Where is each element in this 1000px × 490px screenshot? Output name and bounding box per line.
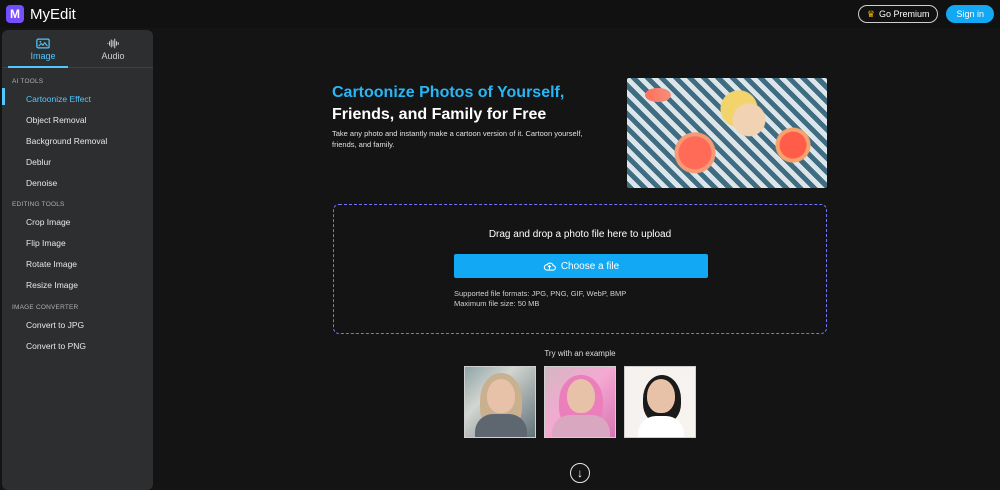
page-title-blue: Cartoonize Photos of Yourself, [332, 84, 565, 101]
myedit-logo-icon: M [6, 5, 24, 23]
section-label-image-converter: IMAGE CONVERTER [12, 304, 79, 311]
choose-file-button[interactable]: Choose a file [454, 254, 708, 278]
example-thumbnail-2[interactable] [544, 366, 616, 438]
audio-waveform-icon [107, 38, 119, 48]
example-thumbnail-1[interactable] [464, 366, 536, 438]
page-title: Cartoonize Photos of Yourself, Friends, … [332, 82, 612, 126]
scroll-down-button[interactable]: ↓ [570, 463, 590, 483]
hero-image [627, 78, 827, 188]
sidebar-item-object-removal[interactable]: Object Removal [26, 115, 86, 125]
tab-image[interactable]: Image [8, 30, 78, 68]
sidebar-item-denoise[interactable]: Denoise [26, 178, 57, 188]
tab-audio[interactable]: Audio [78, 30, 148, 68]
go-premium-button[interactable]: ♛ Go Premium [857, 5, 939, 23]
sidebar-item-deblur[interactable]: Deblur [26, 157, 51, 167]
sidebar-item-background-removal[interactable]: Background Removal [26, 136, 107, 146]
top-bar: M MyEdit ♛ Go Premium Sign in [0, 0, 1000, 28]
sign-in-button[interactable]: Sign in [946, 5, 994, 23]
arrow-down-icon: ↓ [577, 466, 583, 480]
sidebar-item-flip-image[interactable]: Flip Image [26, 238, 66, 248]
active-item-indicator [2, 88, 5, 105]
section-label-editing-tools: EDITING TOOLS [12, 201, 65, 208]
brand-name: MyEdit [30, 5, 76, 23]
tab-audio-label: Audio [101, 50, 125, 61]
sidebar-item-resize-image[interactable]: Resize Image [26, 280, 78, 290]
upload-dropzone[interactable]: Drag and drop a photo file here to uploa… [333, 204, 827, 334]
upload-title: Drag and drop a photo file here to uploa… [488, 229, 672, 240]
maximum-file-size: Maximum file size: 50 MB [454, 299, 540, 308]
page-title-white: Friends, and Family for Free [332, 106, 547, 123]
upload-info: Supported file formats: JPG, PNG, GIF, W… [454, 289, 626, 309]
sidebar-item-cartoonize-effect[interactable]: Cartoonize Effect [26, 94, 91, 104]
sidebar-tabs: Image Audio [2, 30, 153, 68]
example-thumbnail-3[interactable] [624, 366, 696, 438]
crown-icon: ♛ [866, 8, 875, 19]
page-description: Take any photo and instantly make a cart… [332, 129, 583, 149]
go-premium-label: Go Premium [878, 9, 930, 19]
cloud-upload-icon [543, 262, 556, 271]
sidebar-item-convert-to-jpg[interactable]: Convert to JPG [26, 320, 84, 330]
hero-image-detail [645, 88, 671, 102]
examples-label: Try with an example [544, 349, 616, 358]
sidebar-item-crop-image[interactable]: Crop Image [26, 217, 70, 227]
supported-formats: Supported file formats: JPG, PNG, GIF, W… [454, 289, 627, 298]
image-icon [36, 38, 50, 48]
choose-file-label: Choose a file [560, 260, 620, 272]
top-actions: ♛ Go Premium Sign in [857, 5, 994, 23]
sidebar: Image Audio AI TOOLS Cartoonize Effect O… [2, 30, 153, 490]
tab-image-label: Image [30, 50, 56, 61]
section-label-ai-tools: AI TOOLS [12, 78, 44, 85]
brand[interactable]: M MyEdit [6, 5, 76, 23]
sidebar-item-rotate-image[interactable]: Rotate Image [26, 259, 77, 269]
